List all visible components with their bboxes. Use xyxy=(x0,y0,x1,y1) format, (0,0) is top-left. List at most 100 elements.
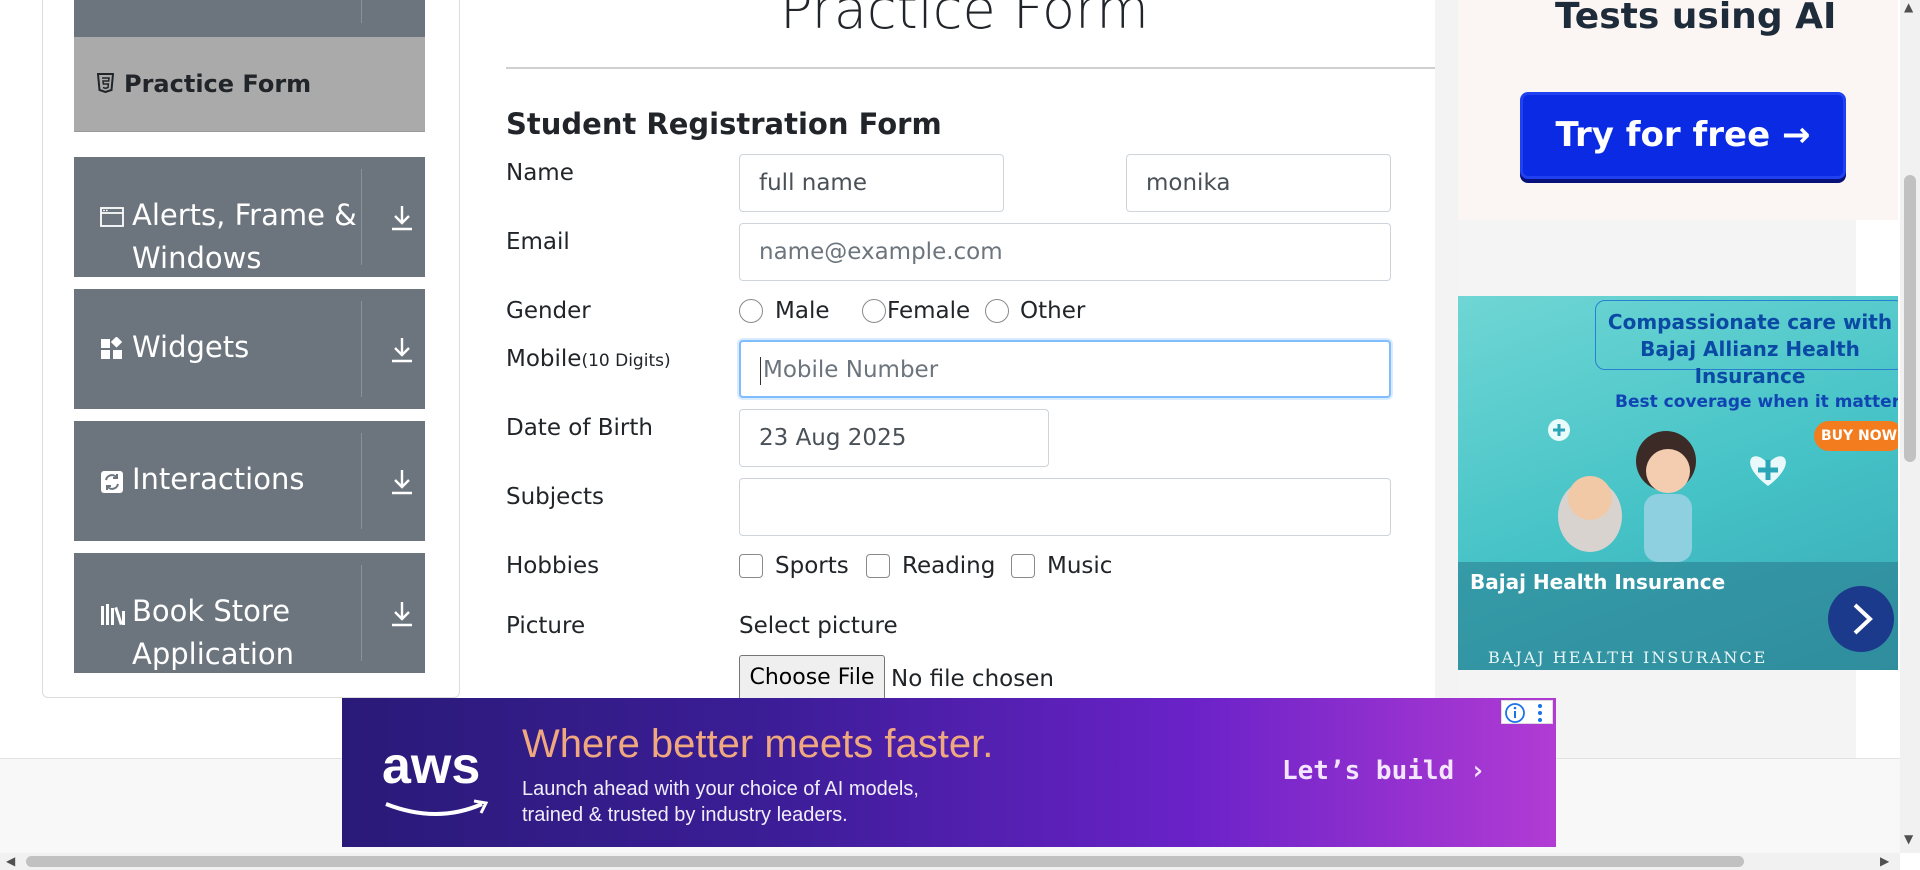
label-line-1: Interactions xyxy=(132,462,305,496)
hobby-music-label[interactable]: Music xyxy=(1047,553,1112,579)
mobile-number-input[interactable]: Mobile Number xyxy=(739,340,1391,398)
scroll-up-arrow-icon[interactable]: ▲ xyxy=(1904,0,1913,14)
interactions-icon xyxy=(101,471,123,493)
gender-male-radio[interactable] xyxy=(739,299,763,323)
mobile-label-text: Mobile xyxy=(506,346,582,372)
select-picture-label: Select picture xyxy=(739,613,898,639)
hobby-sports-checkbox[interactable] xyxy=(739,554,763,578)
bajaj-line-2: Bajaj Allianz Health Insurance xyxy=(1640,337,1860,388)
ad-info-icon xyxy=(1505,703,1542,723)
sidebar-group-alerts-frame-windows[interactable]: Alerts, Frame & Windows xyxy=(74,157,425,277)
gender-label: Gender xyxy=(506,298,591,324)
divider xyxy=(361,433,362,529)
ad-bajaj-insurance[interactable]: Compassionate care with Bajaj Allianz He… xyxy=(1458,296,1898,670)
right-gutter xyxy=(1435,0,1458,760)
gender-other-label[interactable]: Other xyxy=(1020,298,1085,324)
aws-subtext-line-2: trained & trusted by industry leaders. xyxy=(522,804,848,826)
scroll-right-arrow-icon[interactable]: ▶ xyxy=(1880,854,1889,868)
name-label: Name xyxy=(506,160,574,186)
sidebar-group-label: Interactions xyxy=(132,458,304,501)
divider xyxy=(361,565,362,661)
hobby-music-checkbox[interactable] xyxy=(1011,554,1035,578)
email-input[interactable]: name@example.com xyxy=(739,223,1391,281)
next-arrow-button[interactable] xyxy=(1828,586,1894,652)
sidebar-group-book-store[interactable]: Book Store Application xyxy=(74,553,425,673)
mobile-label: Mobile(10 Digits) xyxy=(506,346,671,372)
divider xyxy=(361,0,362,23)
first-name-input[interactable]: full name xyxy=(739,154,1004,212)
download-arrow-icon xyxy=(392,470,412,495)
sidebar-group-elements[interactable] xyxy=(74,0,425,37)
date-of-birth-input[interactable]: 23 Aug 2025 xyxy=(739,409,1049,467)
download-arrow-icon xyxy=(392,206,412,231)
label-line-1: Widgets xyxy=(132,330,250,364)
sidebar-group-widgets[interactable]: Widgets xyxy=(74,289,425,409)
horizontal-scroll-thumb[interactable] xyxy=(26,856,1744,867)
widgets-icon xyxy=(101,337,123,359)
email-label: Email xyxy=(506,229,570,255)
download-arrow-icon xyxy=(392,338,412,363)
sidebar-group-interactions[interactable]: Interactions xyxy=(74,421,425,541)
horizontal-scrollbar[interactable]: ◀ ▶ xyxy=(0,853,1900,870)
practice-form-main: Practice Form Student Registration Form … xyxy=(460,0,1436,701)
sidebar-group-label: Alerts, Frame & Windows xyxy=(132,194,357,280)
vertical-scrollbar[interactable]: ▲ ▼ xyxy=(1900,0,1920,853)
gender-female-label[interactable]: Female xyxy=(887,298,970,324)
aws-subtext: Launch ahead with your choice of AI mode… xyxy=(522,776,919,828)
ad-headline: Tests using AI xyxy=(1555,0,1837,37)
page-title: Practice Form xyxy=(780,0,1149,41)
label-line-1: Alerts, Frame & xyxy=(132,198,357,232)
ad-ai-tests[interactable]: Tests using AI Try for free → xyxy=(1458,0,1898,220)
bajaj-headline-box: Compassionate care with Bajaj Allianz He… xyxy=(1595,300,1898,388)
aws-smile-icon xyxy=(385,799,489,816)
last-name-input[interactable]: monika xyxy=(1126,154,1391,212)
text-cursor xyxy=(760,356,761,385)
sidebar: Practice Form Alerts, Frame & Windows Wi… xyxy=(42,0,460,698)
label-line-1: Book Store xyxy=(132,594,291,628)
hobby-reading-checkbox[interactable] xyxy=(866,554,890,578)
download-arrow-icon xyxy=(392,602,412,627)
choose-file-button[interactable]: Choose File xyxy=(739,655,885,701)
hobby-reading-label[interactable]: Reading xyxy=(902,553,995,579)
bajaj-title: Bajaj Health Insurance xyxy=(1470,570,1726,594)
bajaj-footer: BAJAJ HEALTH INSURANCE xyxy=(1488,648,1768,667)
divider xyxy=(361,301,362,397)
divider xyxy=(361,169,362,265)
mobile-placeholder: Mobile Number xyxy=(763,357,939,383)
mobile-hint: (10 Digits) xyxy=(581,351,671,371)
no-file-chosen-text: No file chosen xyxy=(891,666,1054,692)
sidebar-group-label: Widgets xyxy=(132,326,249,369)
sidebar-item-label: Practice Form xyxy=(124,70,312,98)
buy-now-button[interactable]: BUY NOW xyxy=(1814,421,1898,451)
subjects-input[interactable] xyxy=(739,478,1391,536)
bajaj-tagline: Best coverage when it matters mos xyxy=(1615,392,1898,412)
ad-choices[interactable] xyxy=(1501,700,1553,724)
label-line-2: Application xyxy=(132,637,295,671)
sidebar-group-label: Book Store Application xyxy=(132,590,294,676)
label-line-2: Windows xyxy=(132,241,262,275)
divider xyxy=(506,67,1436,69)
bajaj-line-1: Compassionate care with xyxy=(1607,310,1893,334)
gender-other-radio[interactable] xyxy=(985,299,1009,323)
lets-build-link[interactable]: Let’s build › xyxy=(1282,756,1486,786)
picture-label: Picture xyxy=(506,613,586,639)
html5-file-icon xyxy=(97,73,114,93)
hobbies-label: Hobbies xyxy=(506,553,600,579)
hobby-sports-label[interactable]: Sports xyxy=(775,553,849,579)
ad-aws[interactable]: aws Where better meets faster. Launch ah… xyxy=(342,698,1556,847)
chevron-right-icon xyxy=(1853,603,1873,635)
gender-male-label[interactable]: Male xyxy=(775,298,829,324)
sidebar-item-practice-form[interactable]: Practice Form xyxy=(74,37,425,132)
gender-female-radio[interactable] xyxy=(862,299,886,323)
vertical-scroll-thumb[interactable] xyxy=(1904,175,1916,462)
aws-subtext-line-1: Launch ahead with your choice of AI mode… xyxy=(522,778,919,800)
subjects-label: Subjects xyxy=(506,484,604,510)
aws-headline: Where better meets faster. xyxy=(522,722,994,766)
dob-label: Date of Birth xyxy=(506,415,653,441)
scroll-down-arrow-icon[interactable]: ▼ xyxy=(1904,832,1913,846)
form-heading: Student Registration Form xyxy=(506,107,942,141)
try-for-free-button[interactable]: Try for free → xyxy=(1520,92,1846,179)
window-icon xyxy=(100,207,124,227)
scroll-left-arrow-icon[interactable]: ◀ xyxy=(6,854,15,868)
books-icon xyxy=(101,604,125,626)
